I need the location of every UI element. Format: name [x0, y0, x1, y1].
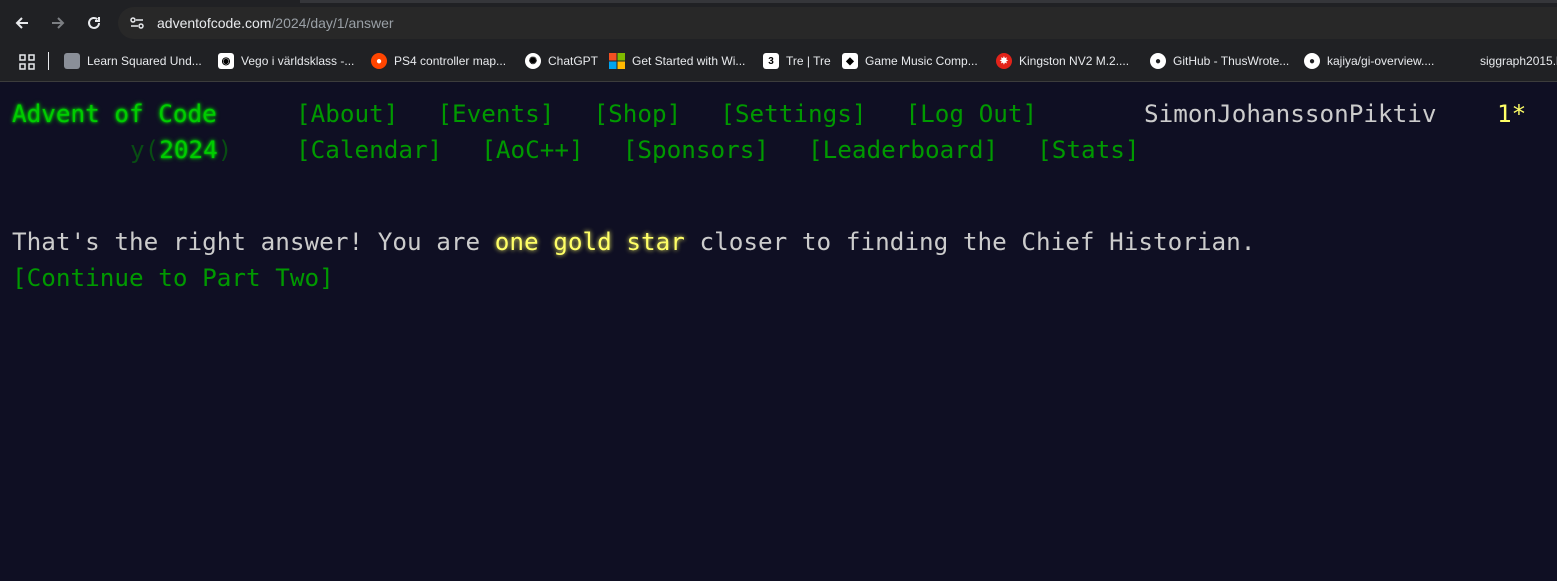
bookmark-vego[interactable]: ◉ Vego i världsklass -... [218, 52, 354, 70]
bookmark-ps4-controller[interactable]: ● PS4 controller map... [371, 52, 506, 70]
year-title[interactable]: y(2024) [130, 132, 232, 168]
bookmark-label: Vego i världsklass -... [241, 54, 355, 68]
url-text[interactable]: adventofcode.com/2024/day/1/answer [157, 14, 394, 32]
page-content: Advent of Code y(2024) [About] [Events] [S… [0, 82, 1557, 581]
bookmark-label: ChatGPT [548, 54, 599, 68]
reload-icon [88, 16, 100, 29]
tre-icon: 3 [763, 53, 779, 69]
chatgpt-icon: ✺ [525, 53, 541, 69]
nav-aocpp-link[interactable]: [AoC++] [481, 135, 583, 164]
bookmark-label: Tre | Tre [786, 54, 831, 68]
back-arrow-icon [15, 17, 28, 29]
nav-about-link[interactable]: [About] [296, 99, 398, 128]
username: SimonJohanssonPiktiv [1144, 99, 1437, 128]
bookmark-kingston[interactable]: ✸ Kingston NV2 M.2.... [996, 52, 1129, 70]
github-icon: ● [1304, 53, 1320, 69]
reload-button[interactable] [82, 11, 106, 35]
nav-settings-link[interactable]: [Settings] [720, 99, 866, 128]
url-path: /2024/day/1/answer [271, 15, 394, 31]
bookmark-learn-squared[interactable]: Learn Squared Und... [64, 52, 202, 70]
bookmarks-divider [48, 52, 49, 70]
bookmark-label: GitHub - ThusWrote... [1173, 54, 1290, 68]
forward-arrow-icon [52, 17, 65, 29]
url-domain: adventofcode.com [157, 15, 272, 31]
nav-sponsors-link[interactable]: [Sponsors] [623, 135, 769, 164]
bookmark-github-thuswrote[interactable]: ● GitHub - ThusWrote... [1150, 52, 1289, 70]
answer-message: That's the right answer! You are one gol… [12, 224, 1312, 296]
apps-grid-icon[interactable] [18, 53, 36, 71]
year-suffix: ) [217, 135, 233, 164]
site-icon: ◉ [218, 53, 234, 69]
message-text-1: That's the right answer! You are [12, 227, 495, 256]
nav-row-1: [About] [Events] [Shop] [Settings] [Log Out] [296, 96, 1076, 132]
bookmark-game-music[interactable]: ◆ Game Music Comp... [842, 52, 978, 70]
reddit-icon: ● [371, 53, 387, 69]
nav-events-link[interactable]: [Events] [437, 99, 554, 128]
nav-calendar-link[interactable]: [Calendar] [296, 135, 442, 164]
nav-leaderboard-link[interactable]: [Leaderboard] [808, 135, 998, 164]
nav-shop-link[interactable]: [Shop] [593, 99, 681, 128]
bookmark-tre[interactable]: 3 Tre | Tre [763, 52, 831, 70]
forward-button[interactable] [46, 11, 70, 35]
tab-strip [300, 0, 1557, 3]
year-prefix: y( [130, 135, 160, 164]
bookmark-label: siggraph2015.l [1480, 54, 1557, 68]
nav-logout-link[interactable]: [Log Out] [906, 99, 1038, 128]
kingston-icon: ✸ [996, 53, 1012, 69]
bookmark-chatgpt[interactable]: ✺ ChatGPT [525, 52, 598, 70]
github-icon: ● [1150, 53, 1166, 69]
nav-row-2: [Calendar] [AoC++] [Sponsors] [Leaderboard]… [296, 132, 1179, 168]
nav-stats-link[interactable]: [Stats] [1037, 135, 1139, 164]
bookmark-get-started-windows[interactable]: Get Started with Wi... [609, 52, 745, 70]
message-text-2: closer to finding the Chief Historian. [684, 227, 1256, 256]
bookmark-label: Get Started with Wi... [632, 54, 746, 68]
gold-star-text: one gold star [494, 227, 685, 256]
bookmark-label: Learn Squared Und... [87, 54, 202, 68]
bookmark-label: Kingston NV2 M.2.... [1019, 54, 1130, 68]
site-logo[interactable]: Advent of Code [12, 96, 217, 132]
cube-icon [64, 53, 80, 69]
bookmark-label: kajiya/gi-overview.... [1327, 54, 1435, 68]
star-count: 1* [1497, 99, 1527, 128]
microsoft-icon [609, 53, 625, 69]
bookmark-label: Game Music Comp... [865, 54, 978, 68]
diamond-icon: ◆ [842, 53, 858, 69]
bookmark-kajiya[interactable]: ● kajiya/gi-overview.... [1304, 52, 1434, 70]
back-button[interactable] [10, 11, 34, 35]
site-settings-icon[interactable] [128, 14, 146, 32]
year-number: 2024 [159, 135, 218, 164]
bookmark-siggraph[interactable]: siggraph2015.l [1480, 52, 1557, 70]
bookmark-label: PS4 controller map... [394, 54, 507, 68]
continue-part-two-link[interactable]: [Continue to Part Two] [12, 263, 334, 292]
